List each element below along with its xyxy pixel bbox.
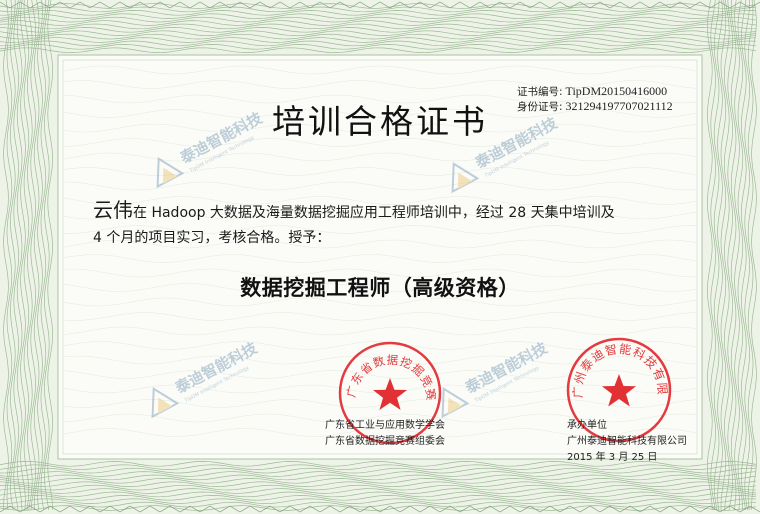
recipient-name: 云伟 <box>93 198 133 222</box>
body-text-1: 在 Hadoop 大数据及海量数据挖掘应用工程师培训中，经过 28 天集中培训及 <box>133 205 615 221</box>
issuer-right-label: 承办单位 <box>567 420 607 431</box>
issuer-left-org2: 广东省数据挖掘竞赛组委会 <box>325 436 445 447</box>
issuer-right-org: 广州泰迪智能科技有限公司 <box>567 436 687 447</box>
body-text-line1: 云伟在 Hadoop 大数据及海量数据挖掘应用工程师培训中，经过 28 天集中培… <box>93 194 615 223</box>
certificate-title: 培训合格证书 <box>272 102 488 141</box>
award-title: 数据挖掘工程师（高级资格） <box>240 276 520 300</box>
issuer-left-org1: 广东省工业与应用数学学会 <box>325 420 445 431</box>
star-icon <box>373 378 407 410</box>
body-text-line2: 4 个月的项目实习，考核合格。授予： <box>93 230 331 246</box>
issue-date: 2015 年 3 月 25 日 <box>567 452 658 463</box>
certificate: 泰迪智能科技 TipDM Intelligent Technology 泰迪智能… <box>0 0 760 514</box>
star-icon <box>602 374 636 407</box>
